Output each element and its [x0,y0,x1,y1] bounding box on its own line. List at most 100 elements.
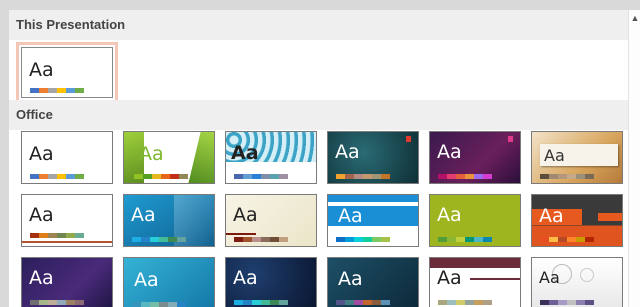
color-swatch [279,300,288,305]
color-swatch [48,233,57,238]
color-swatch [345,237,354,242]
color-swatch [336,237,345,242]
theme-preview-text: Aa [29,204,54,226]
color-swatch [150,302,159,307]
color-swatches [336,174,390,179]
color-swatch [252,237,261,242]
theme-preview-text: Aa [437,141,462,163]
color-swatch [161,174,170,179]
color-swatch [447,174,456,179]
theme-thumb-integral[interactable]: Aa [225,131,317,184]
color-swatch [48,174,57,179]
theme-gallery-panel: This Presentation Aa Office Aa Aa Aa Aa … [9,10,628,307]
ion-accent [406,136,411,142]
color-swatch [363,300,372,305]
theme-thumb-navy[interactable]: Aa [225,257,317,307]
color-swatch [576,174,585,179]
color-swatch [381,174,390,179]
color-swatch [243,300,252,305]
color-swatch [141,302,150,307]
theme-thumb-organic[interactable]: Aa [531,131,623,184]
color-swatches [540,237,594,242]
theme-preview-text: Aa [233,204,258,226]
theme-thumb-office[interactable]: Aa [21,131,113,184]
color-swatch [261,174,270,179]
color-swatch [132,237,141,242]
color-swatch [261,300,270,305]
color-swatch [39,233,48,238]
theme-thumb-sky[interactable]: Aa [123,257,215,307]
color-swatches [540,300,594,305]
integral-bottom-band [226,162,316,183]
color-swatches [336,300,390,305]
color-swatches [438,300,492,305]
color-swatch [75,233,84,238]
color-swatch [279,237,288,242]
color-swatch [465,174,474,179]
theme-thumb-wisp[interactable]: Aa [225,194,317,247]
color-swatch [354,300,363,305]
theme-thumb-ion[interactable]: Aa [327,131,419,184]
color-swatch [549,237,558,242]
theme-thumb-dark-purple[interactable]: Aa [21,257,113,307]
theme-preview-text: Aa [437,267,462,289]
color-swatch [363,174,372,179]
theme-thumb-current[interactable]: Aa [16,42,118,103]
color-swatch [143,174,152,179]
color-swatch [381,300,390,305]
color-swatch [168,237,177,242]
color-swatch [438,237,447,242]
color-swatch [567,300,576,305]
color-swatches [438,174,492,179]
color-swatch [474,300,483,305]
theme-thumb-facet[interactable]: Aa [123,131,215,184]
color-swatch [66,174,75,179]
color-swatch [447,300,456,305]
theme-thumb-ion-boardroom[interactable]: Aa [429,131,521,184]
color-swatch [558,237,567,242]
color-swatch [345,300,354,305]
theme-preview-text: Aa [338,205,363,227]
color-swatch [438,174,447,179]
vertical-scrollbar[interactable]: ▲ [628,10,640,307]
retrospect-line [22,241,112,243]
theme-thumb-berlin-blue[interactable]: Aa [327,194,419,247]
color-swatch [66,300,75,305]
theme-preview-text: Aa [544,146,565,165]
color-swatches [134,174,188,179]
color-swatch [30,233,39,238]
color-swatch [57,300,66,305]
color-swatch [483,174,492,179]
color-swatches [132,302,186,307]
color-swatches [30,300,84,305]
theme-thumb-green[interactable]: Aa [429,194,521,247]
color-swatch [132,302,141,307]
color-swatch [540,174,549,179]
color-swatch [549,300,558,305]
color-swatches [30,174,84,179]
color-swatch [456,174,465,179]
color-swatch [465,237,474,242]
theme-thumb-slice[interactable]: Aa [123,194,215,247]
color-swatch [252,174,261,179]
color-swatch [66,88,75,93]
color-swatch [576,300,585,305]
color-swatch [354,237,363,242]
color-swatch [141,237,150,242]
color-swatch [234,174,243,179]
color-swatch [474,237,483,242]
section-header-this-presentation: This Presentation [9,10,628,40]
scroll-up-arrow-icon[interactable]: ▲ [630,12,640,24]
theme-preview-text: Aa [335,141,360,163]
color-swatch [567,174,576,179]
theme-thumb-retrospect[interactable]: Aa [21,194,113,247]
theme-preview-text: Aa [437,204,462,226]
theme-thumb-dark-teal[interactable]: Aa [327,257,419,307]
window-top-border [0,0,640,10]
theme-thumb-white-circles[interactable]: Aa [531,257,623,307]
color-swatch [57,174,66,179]
theme-thumb-mauve[interactable]: Aa [429,257,521,307]
theme-thumb-orange[interactable]: Aa [531,194,623,247]
color-swatch [558,174,567,179]
color-swatch [39,174,48,179]
